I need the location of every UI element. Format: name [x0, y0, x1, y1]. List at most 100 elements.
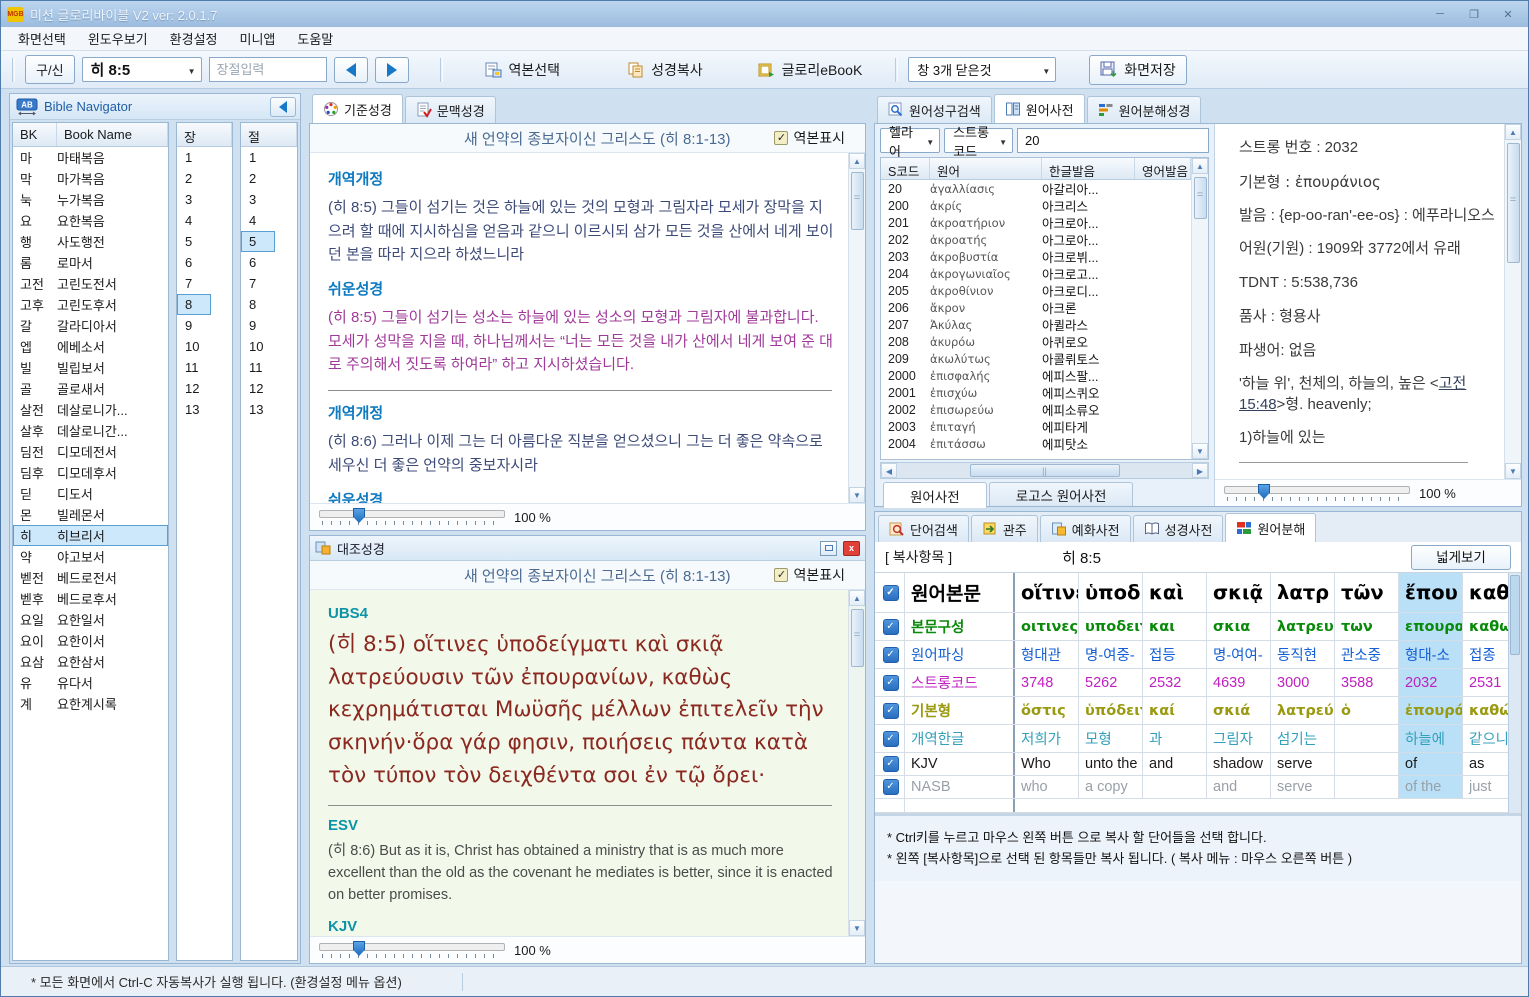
verse-row[interactable]: 12 — [241, 378, 297, 399]
book-row[interactable]: 살후데살로니간... — [13, 420, 168, 441]
analysis-row-label[interactable]: NASB — [905, 776, 1015, 798]
verse-row[interactable]: 7 — [241, 273, 297, 294]
verse-input[interactable] — [209, 57, 327, 82]
book-row[interactable]: 요요한복음 — [13, 210, 168, 231]
scrollbar-thumb[interactable] — [1510, 575, 1520, 655]
analysis-cell[interactable]: λατρευ — [1271, 613, 1335, 640]
analysis-cell[interactable]: 관소중 — [1335, 641, 1399, 668]
book-row[interactable]: 골골로새서 — [13, 378, 168, 399]
window-preset-combo[interactable]: 창 3개 닫은것 — [908, 57, 1056, 82]
analysis-row-label[interactable]: 기본형 — [905, 697, 1015, 724]
analysis-cell[interactable]: 모형 — [1079, 725, 1143, 752]
strongs-row[interactable]: 2001ἐπισχύω에피스퀴오 — [881, 384, 1191, 401]
book-row[interactable]: 딤후디모데후서 — [13, 462, 168, 483]
scrollbar-thumb[interactable] — [1507, 143, 1520, 263]
vertical-scrollbar[interactable] — [1191, 158, 1208, 459]
verse-row[interactable]: 4 — [241, 210, 297, 231]
scroll-up-icon[interactable] — [849, 153, 865, 169]
book-row[interactable]: 고전고린도전서 — [13, 273, 168, 294]
strongs-row[interactable]: 2002ἐπισωρεύω에피소류오 — [881, 401, 1191, 418]
vertical-scrollbar[interactable] — [1504, 124, 1521, 479]
analysis-tab-4[interactable]: 원어분해 — [1225, 513, 1316, 542]
analysis-cell[interactable]: who — [1015, 776, 1079, 798]
analysis-cell[interactable]: 2532 — [1143, 669, 1207, 696]
center-tab-1[interactable]: 문맥성경 — [405, 96, 496, 123]
zoom-slider[interactable] — [319, 508, 505, 526]
old-new-testament-button[interactable]: 구/신 — [25, 55, 75, 84]
strongs-row[interactable]: 200ἀκρίς아크리스 — [881, 197, 1191, 214]
row-checkbox-cell[interactable] — [875, 753, 905, 775]
vertical-scrollbar[interactable] — [848, 153, 865, 503]
analysis-cell[interactable]: ὑπόδειγ — [1079, 697, 1143, 724]
center-tab-0[interactable]: 기준성경 — [312, 94, 403, 123]
analysis-cell[interactable]: 5262 — [1079, 669, 1143, 696]
analysis-row-label[interactable]: 원어파싱 — [905, 641, 1015, 668]
strongs-row[interactable]: 205ἀκροθίνιον아크로디... — [881, 282, 1191, 299]
verse-row[interactable]: 13 — [241, 399, 297, 420]
maximize-button[interactable] — [1460, 5, 1488, 23]
dict-source-tab-1[interactable]: 로고스 원어사전 — [989, 482, 1134, 506]
column-header-korean[interactable]: 한글발음 — [1042, 158, 1135, 179]
book-row[interactable]: 유유다서 — [13, 672, 168, 693]
row-checkbox-cell[interactable] — [875, 697, 905, 724]
version-select-button[interactable]: 역본선택 — [475, 56, 571, 84]
analysis-cell[interactable] — [1143, 776, 1207, 798]
analysis-cell[interactable]: 명-여중- — [1079, 641, 1143, 668]
analysis-cell[interactable]: επουρα — [1399, 613, 1463, 640]
column-header-scode[interactable]: S코드 — [881, 158, 930, 179]
next-verse-button[interactable] — [375, 57, 409, 83]
scrollbar-thumb[interactable]: || — [970, 464, 1120, 477]
version-display-toggle[interactable]: 역본표시 — [774, 565, 845, 585]
analysis-cell[interactable]: σκια — [1207, 613, 1271, 640]
analysis-cell[interactable]: 명-여여- — [1207, 641, 1271, 668]
verse-row[interactable]: 10 — [241, 336, 297, 357]
analysis-cell[interactable]: οιτινες — [1015, 613, 1079, 640]
book-row[interactable]: 계요한계시록 — [13, 693, 168, 714]
analysis-cell[interactable]: 섬기는 — [1271, 725, 1335, 752]
analysis-tab-1[interactable]: 관주 — [971, 515, 1038, 542]
dict-source-tab-0[interactable]: 원어사전 — [883, 482, 987, 508]
greek-word-header[interactable]: καὶ — [1143, 573, 1207, 612]
verse-row[interactable]: 3 — [241, 189, 297, 210]
analysis-cell[interactable]: 접등 — [1143, 641, 1207, 668]
collapse-panel-button[interactable] — [270, 97, 296, 117]
menu-item-1[interactable]: 윈도우보기 — [77, 26, 159, 51]
scroll-up-icon[interactable] — [849, 590, 865, 606]
book-row[interactable]: 행사도행전 — [13, 231, 168, 252]
analysis-cell[interactable]: unto the — [1079, 753, 1143, 775]
verse-row[interactable]: 5 — [241, 231, 275, 252]
strongs-row[interactable]: 202ἀκροατής아그로아... — [881, 231, 1191, 248]
analysis-row-label[interactable]: 본문구성 — [905, 613, 1015, 640]
book-row[interactable]: 갈갈라디아서 — [13, 315, 168, 336]
book-row[interactable]: 벧전베드로전서 — [13, 567, 168, 588]
lexicon-tab-0[interactable]: 원어성구검색 — [877, 96, 992, 123]
menu-item-0[interactable]: 화면선택 — [7, 26, 77, 51]
search-type-combo[interactable]: 스트롱코드 — [944, 128, 1013, 153]
minimize-button[interactable] — [1426, 5, 1454, 23]
analysis-cell[interactable]: των — [1335, 613, 1399, 640]
book-row[interactable]: 빌빌립보서 — [13, 357, 168, 378]
row-checkbox-cell[interactable] — [875, 669, 905, 696]
strongs-row[interactable]: 2003ἐπιταγή에피타게 — [881, 418, 1191, 435]
analysis-cell[interactable]: ἐπουρά — [1399, 697, 1463, 724]
analysis-cell[interactable]: 형대-소 — [1399, 641, 1463, 668]
verse-row[interactable]: 11 — [241, 357, 297, 378]
greek-word-header[interactable]: ὑποδ — [1079, 573, 1143, 612]
zoom-slider[interactable] — [1224, 484, 1410, 502]
analysis-row-label[interactable]: KJV — [905, 753, 1015, 775]
book-row[interactable]: 롬로마서 — [13, 252, 168, 273]
analysis-cell[interactable]: σκιά — [1207, 697, 1271, 724]
strongs-row[interactable]: 203ἀκροβυστία아크로뷔... — [881, 248, 1191, 265]
vertical-scrollbar[interactable] — [1508, 573, 1521, 813]
book-row[interactable]: 약야고보서 — [13, 546, 168, 567]
row-checkbox-cell[interactable] — [875, 573, 905, 612]
analysis-cell[interactable]: 저희가 — [1015, 725, 1079, 752]
previous-verse-button[interactable] — [334, 57, 368, 83]
language-combo[interactable]: 헬라어 — [880, 128, 940, 153]
strongs-row[interactable]: 209ἀκωλύτως아콜뤼토스 — [881, 350, 1191, 367]
verse-row[interactable]: 6 — [241, 252, 297, 273]
analysis-cell[interactable] — [1335, 725, 1399, 752]
chapter-row[interactable]: 2 — [177, 168, 232, 189]
book-row[interactable]: 딛디도서 — [13, 483, 168, 504]
close-button[interactable] — [1494, 5, 1522, 23]
